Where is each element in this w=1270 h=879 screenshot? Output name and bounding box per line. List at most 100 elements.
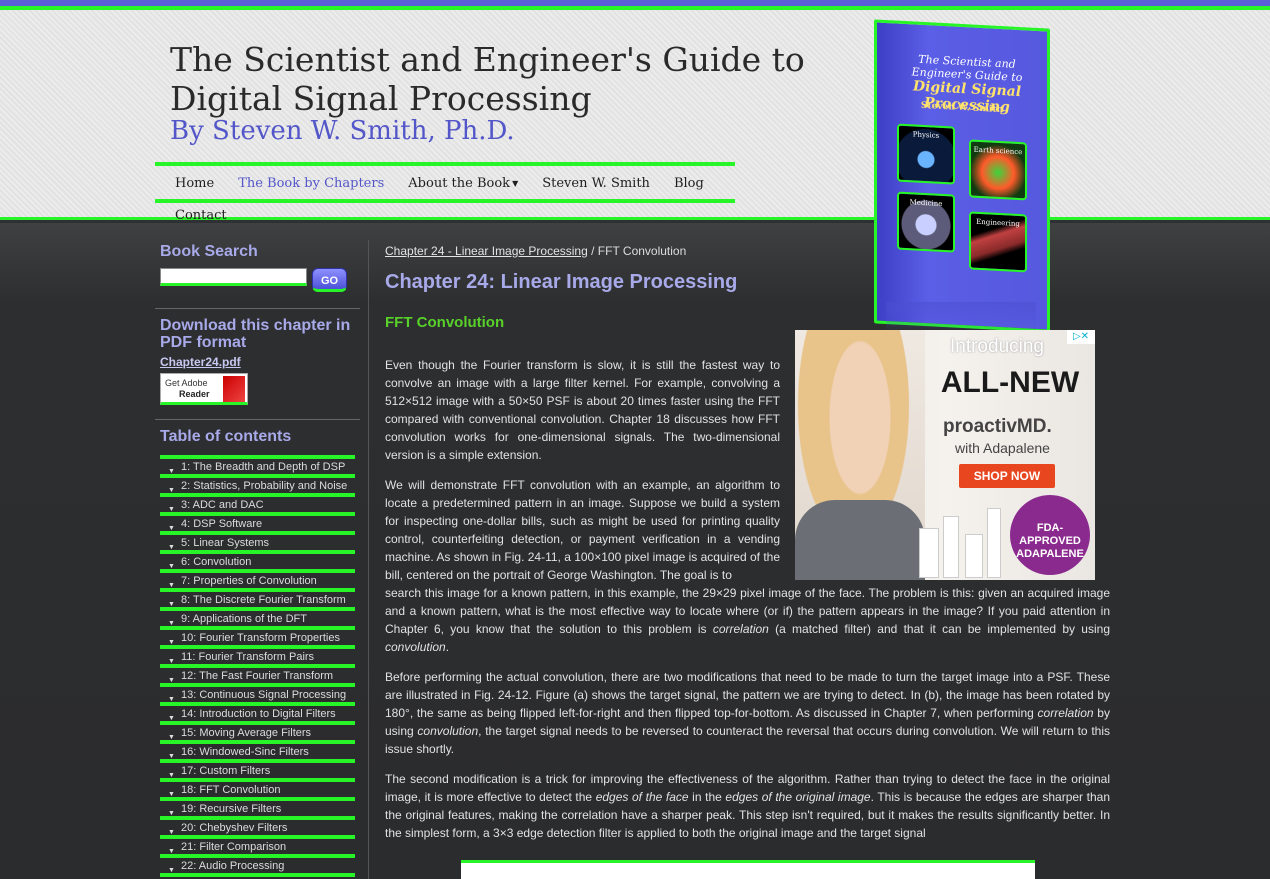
search-title: Book Search (160, 243, 258, 260)
toc-item[interactable]: ▼ 15: Moving Average Filters (160, 721, 355, 741)
emphasis: edges of the face (595, 790, 689, 804)
download-title: Download this chapter in PDF format (160, 317, 351, 351)
toc-item[interactable]: ▼ 8: The Discrete Fourier Transform (160, 588, 355, 608)
product-bottle (987, 508, 1001, 578)
site-author: By Steven W. Smith, Ph.D. (170, 116, 515, 146)
toc-item[interactable]: ▼ 7: Properties of Convolution (160, 569, 355, 589)
toc-item[interactable]: ▼ 4: DSP Software (160, 512, 355, 532)
toc-item[interactable]: ▼ 6: Convolution (160, 550, 355, 570)
toc-item[interactable]: ▼ 10: Fourier Transform Properties (160, 626, 355, 646)
section-title: FFT Convolution (385, 314, 505, 331)
ad-model-shirt (795, 500, 925, 580)
toc-item[interactable]: ▼ 11: Fourier Transform Pairs (160, 645, 355, 665)
product-bottle (919, 528, 939, 578)
toc-item[interactable]: ▼ 22: Audio Processing (160, 854, 355, 874)
product-bottle (965, 534, 983, 578)
chevron-down-icon: ▼ (512, 179, 519, 188)
advertisement[interactable]: ▷✕ Introducing ALL-NEW proactivMD. with … (795, 330, 1095, 580)
toc-item-label: 2: Statistics, Probability and Noise (181, 480, 348, 492)
search-go-button[interactable]: GO (312, 268, 347, 292)
ad-close-icon[interactable]: ▷✕ (1067, 330, 1095, 344)
sidebar-separator (368, 240, 369, 879)
main-nav: Home The Book by Chapters About the Book… (155, 162, 735, 230)
toc-item-label: 22: Audio Processing (181, 860, 285, 872)
toc-item[interactable]: ▼ 12: The Fast Fourier Transform (160, 664, 355, 684)
paragraph-4: The second modification is a trick for i… (385, 770, 1110, 842)
toc-item[interactable]: ▼ 14: Introduction to Digital Filters (160, 702, 355, 722)
toc-item-label: 17: Custom Filters (181, 765, 271, 777)
paragraph-3: Before performing the actual convolution… (385, 668, 1110, 758)
emphasis: convolution (417, 724, 479, 738)
toc-item-label: 16: Windowed-Sinc Filters (181, 746, 309, 758)
emphasis: edges of the original image (725, 790, 871, 804)
text-run: in the (688, 790, 726, 804)
nav-book-by-chapters[interactable]: The Book by Chapters (238, 176, 384, 191)
get-adobe-reader-button[interactable]: Get Adobe Reader (160, 373, 248, 405)
toc-item-label: 5: Linear Systems (181, 537, 270, 549)
toc-item[interactable]: ▼23: Image Formation & Display (160, 873, 355, 879)
toc-item[interactable]: ▼ 2: Statistics, Probability and Noise (160, 474, 355, 494)
toc-item[interactable]: ▼ 20: Chebyshev Filters (160, 816, 355, 836)
toc-item-label: 11: Fourier Transform Pairs (181, 651, 315, 663)
nav-blog[interactable]: Blog (674, 176, 704, 191)
ad-fda-badge: FDA-APPROVED ADAPALENE (1010, 495, 1090, 575)
ad-headline: ALL-NEW (940, 366, 1080, 399)
toc-item[interactable]: ▼ 13: Continuous Signal Processing (160, 683, 355, 703)
toc-item-label: 15: Moving Average Filters (181, 727, 312, 739)
adobe-line1: Get Adobe (165, 378, 208, 388)
paragraph-2: We will demonstrate FFT convolution with… (385, 478, 781, 582)
toc-item-label: 14: Introduction to Digital Filters (181, 708, 336, 720)
table-of-contents: ▼ 1: The Breadth and Depth of DSP ▼ 2: Stat… (160, 447, 355, 879)
top-bar (0, 0, 1270, 10)
toc-list: ▼ 1: The Breadth and Depth of DSP ▼ 2: Stat… (160, 455, 355, 879)
nav-steven-w-smith[interactable]: Steven W. Smith (542, 176, 650, 191)
sidebar: Book Search GO Download this chapter in … (155, 243, 360, 445)
toc-item[interactable]: ▼ 1: The Breadth and Depth of DSP (160, 455, 355, 475)
toc-item[interactable]: ▼ 5: Linear Systems (160, 531, 355, 551)
toc-item[interactable]: ▼ 9: Applications of the DFT (160, 607, 355, 627)
toc-item-label: 19: Recursive Filters (181, 803, 282, 815)
breadcrumb-current: FFT Convolution (597, 244, 687, 258)
adobe-line2: Reader (179, 389, 210, 399)
ad-shop-now-button[interactable]: SHOP NOW (959, 464, 1055, 488)
paragraph-1: Even though the Fourier transform is slo… (385, 358, 780, 462)
ad-subtitle: with Adapalene (955, 440, 1050, 456)
breadcrumb-separator: / (587, 244, 598, 258)
chapter-title: Chapter 24: Linear Image Processing (385, 271, 738, 293)
toc-item-label: 21: Filter Comparison (181, 841, 287, 853)
toc-item[interactable]: ▼ 17: Custom Filters (160, 759, 355, 779)
tile-label: Engineering (976, 217, 1020, 229)
search-input[interactable] (160, 268, 307, 286)
ad-brand: proactivMD. (943, 416, 1052, 437)
toc-item-label: 4: DSP Software (181, 518, 263, 530)
breadcrumb-chapter-link[interactable]: Chapter 24 - Linear Image Processing (385, 244, 588, 258)
toc-item[interactable]: ▼ 16: Windowed-Sinc Filters (160, 740, 355, 760)
toc-item[interactable]: ▼ 18: FFT Convolution (160, 778, 355, 798)
site-title[interactable]: The Scientist and Engineer's Guide to Di… (170, 40, 830, 118)
toc-item-label: 9: Applications of the DFT (181, 613, 307, 625)
emphasis: convolution (385, 640, 446, 654)
toc-item-label: 3: ADC and DAC (181, 499, 264, 511)
toc-item[interactable]: ▼ 19: Recursive Filters (160, 797, 355, 817)
nav-contact[interactable]: Contact (175, 208, 227, 223)
nav-divider (155, 199, 735, 203)
breadcrumb: Chapter 24 - Linear Image Processing / F… (385, 244, 1110, 258)
toc-item-label: 13: Continuous Signal Processing (181, 689, 347, 701)
toc-item[interactable]: ▼ 21: Filter Comparison (160, 835, 355, 855)
main-content: Chapter 24 - Linear Image Processing / F… (385, 244, 1110, 331)
toc-item[interactable]: ▼ 3: ADC and DAC (160, 493, 355, 513)
toc-item-label: 8: The Discrete Fourier Transform (181, 594, 346, 606)
nav-home[interactable]: Home (175, 176, 214, 191)
toc-title: Table of contents (160, 428, 292, 445)
nav-about-the-book[interactable]: About the Book ▼ (408, 176, 518, 191)
tile-physics: Physics (897, 123, 955, 185)
toc-item-label: 12: The Fast Fourier Transform (181, 670, 334, 682)
tile-earth-science: Earth science (969, 139, 1027, 201)
figure-image (461, 860, 1035, 879)
adobe-logo-icon (223, 376, 245, 402)
toc-item-label: 1: The Breadth and Depth of DSP (181, 461, 346, 473)
text-run: Before performing the actual convolution… (385, 670, 1110, 720)
product-bottle (943, 516, 959, 578)
pdf-download-link[interactable]: Chapter24.pdf (160, 355, 360, 369)
ad-intro: Introducing (949, 336, 1044, 357)
